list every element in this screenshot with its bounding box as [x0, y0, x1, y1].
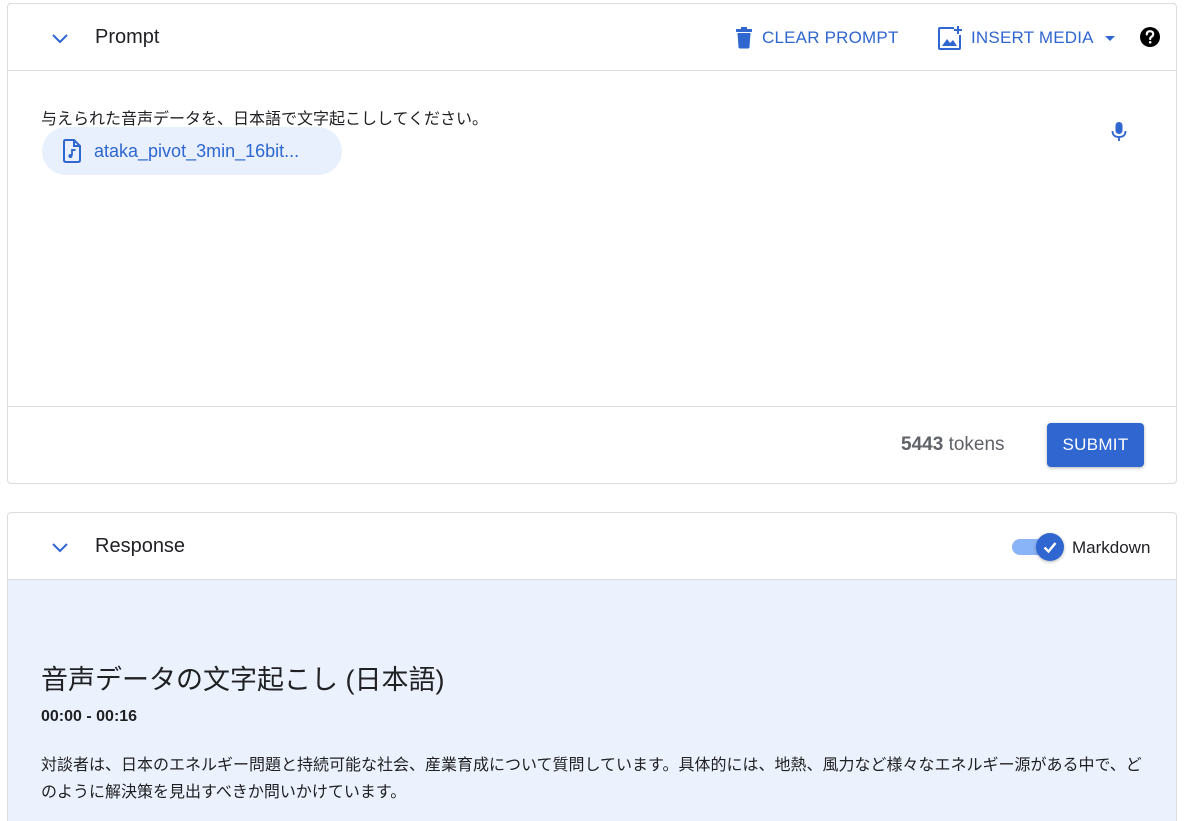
submit-button[interactable]: SUBMIT: [1047, 423, 1144, 467]
microphone-icon[interactable]: [1108, 120, 1130, 144]
insert-media-button[interactable]: INSERT MEDIA: [937, 23, 1122, 53]
chevron-down-icon[interactable]: [48, 535, 72, 559]
add-image-icon: [938, 26, 962, 50]
prompt-footer: 5443 tokens SUBMIT: [8, 407, 1176, 483]
audio-file-icon: [63, 139, 81, 163]
prompt-input-area[interactable]: 与えられた音声データを、日本語で文字起こししてください。 ataka_pivot…: [8, 71, 1176, 407]
response-heading: 音声データの文字起こし (日本語): [41, 665, 445, 695]
markdown-label: Markdown: [1072, 538, 1151, 557]
clear-prompt-label: CLEAR PROMPT: [762, 28, 899, 47]
toggle-thumb: [1036, 533, 1064, 561]
attached-file-name: ataka_pivot_3min_16bit...: [94, 140, 300, 161]
token-count-value: 5443: [901, 434, 944, 455]
help-icon[interactable]: [1139, 26, 1161, 48]
prompt-panel: Prompt CLEAR PROMPT INSERT MEDIA 与えられた音声…: [7, 3, 1177, 484]
token-count: 5443 tokens: [901, 434, 1005, 456]
prompt-header: Prompt CLEAR PROMPT INSERT MEDIA: [8, 4, 1176, 71]
clear-prompt-button[interactable]: CLEAR PROMPT: [734, 23, 899, 53]
response-paragraph: 対談者は、日本のエネルギー問題と持続可能な社会、産業育成について質問しています。…: [41, 757, 1142, 801]
caret-down-icon[interactable]: [1098, 28, 1122, 48]
chevron-down-icon[interactable]: [48, 26, 72, 50]
prompt-title: Prompt: [95, 26, 160, 48]
prompt-text[interactable]: 与えられた音声データを、日本語で文字起こししてください。: [41, 105, 488, 129]
attached-file-chip[interactable]: ataka_pivot_3min_16bit...: [42, 127, 342, 175]
response-title: Response: [95, 535, 186, 557]
markdown-toggle[interactable]: [1012, 533, 1064, 561]
response-content: 音声データの文字起こし (日本語) 00:00 - 00:16 対談者は、日本の…: [8, 580, 1176, 821]
response-timestamp: 00:00 - 00:16: [41, 708, 138, 725]
response-header: Response Markdown: [8, 513, 1176, 580]
insert-media-label: INSERT MEDIA: [971, 28, 1094, 47]
token-count-unit: tokens: [948, 434, 1005, 455]
trash-icon: [736, 27, 752, 49]
check-icon: [1043, 542, 1057, 554]
response-panel: Response Markdown 音声データの文字起こし (日本語) 00:0…: [7, 512, 1177, 821]
